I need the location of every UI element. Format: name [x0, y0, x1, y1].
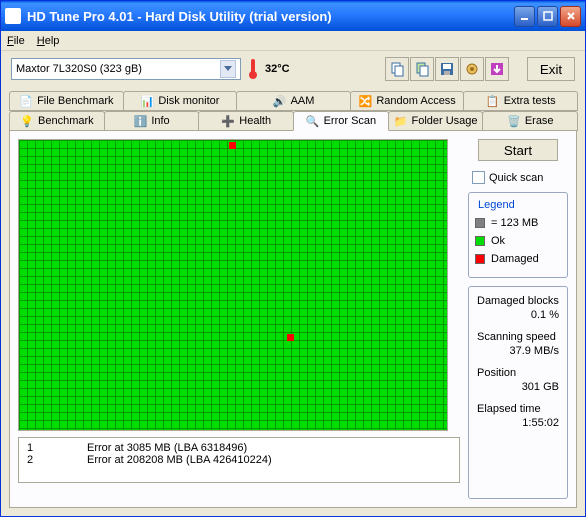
stats-box: Damaged blocks 0.1 % Scanning speed 37.9… — [468, 286, 568, 499]
tab-erase[interactable]: 🗑️Erase — [482, 111, 578, 131]
quickscan-checkbox[interactable] — [472, 171, 485, 184]
tab-error-scan[interactable]: 🔍Error Scan — [293, 111, 389, 131]
health-icon: ➕ — [221, 114, 235, 128]
window-controls — [514, 6, 581, 27]
copy-info-button[interactable] — [385, 57, 409, 81]
drive-value: Maxtor 7L320S0 (323 gB) — [16, 63, 142, 75]
tab-content: 1 Error at 3085 MB (LBA 6318496) 2 Error… — [9, 131, 577, 508]
minimize-tray-button[interactable] — [485, 57, 509, 81]
window-title: HD Tune Pro 4.01 - Hard Disk Utility (tr… — [27, 9, 514, 24]
legend-damaged: Damaged — [475, 253, 561, 265]
folder-icon: 📁 — [394, 114, 408, 128]
damaged-block — [287, 334, 294, 341]
legend-title: Legend — [475, 199, 518, 211]
ok-swatch — [475, 236, 485, 246]
tab-benchmark[interactable]: 💡Benchmark — [9, 111, 105, 131]
error-list: 1 Error at 3085 MB (LBA 6318496) 2 Error… — [18, 437, 460, 483]
elapsed-value: 1:55:02 — [477, 417, 559, 429]
block-swatch — [475, 218, 485, 228]
menu-help[interactable]: Help — [37, 35, 60, 47]
minimize-button[interactable] — [514, 6, 535, 27]
tab-file-benchmark[interactable]: 📄File Benchmark — [9, 91, 124, 111]
options-button[interactable] — [460, 57, 484, 81]
titlebar: HD Tune Pro 4.01 - Hard Disk Utility (tr… — [1, 1, 585, 31]
info-icon: ℹ️ — [133, 114, 147, 128]
thermometer-icon — [249, 59, 257, 79]
legend-block: = 123 MB — [475, 217, 561, 229]
trash-icon: 🗑️ — [507, 114, 521, 128]
error-row: 1 Error at 3085 MB (LBA 6318496) — [27, 442, 451, 454]
magnifier-icon: 🔍 — [306, 114, 320, 128]
legend-ok: Ok — [475, 235, 561, 247]
monitor-icon: 📊 — [140, 94, 154, 108]
drive-select[interactable]: Maxtor 7L320S0 (323 gB) — [11, 58, 241, 80]
tabs-row-1: 📄File Benchmark 📊Disk monitor 🔊AAM 🔀Rand… — [9, 91, 577, 111]
tab-aam[interactable]: 🔊AAM — [236, 91, 351, 111]
dropdown-arrow-icon — [220, 60, 236, 78]
toolbar-icons — [385, 57, 509, 81]
bulb-icon: 💡 — [20, 114, 34, 128]
damaged-block — [229, 142, 236, 149]
tab-area: 📄File Benchmark 📊Disk monitor 🔊AAM 🔀Rand… — [1, 87, 585, 516]
list-icon: 📋 — [486, 94, 500, 108]
save-button[interactable] — [435, 57, 459, 81]
maximize-button[interactable] — [537, 6, 558, 27]
app-window: HD Tune Pro 4.01 - Hard Disk Utility (tr… — [0, 0, 586, 517]
menu-file[interactable]: File — [7, 35, 25, 47]
tab-random-access[interactable]: 🔀Random Access — [350, 91, 465, 111]
start-button[interactable]: Start — [478, 139, 558, 161]
elapsed-label: Elapsed time — [477, 403, 559, 415]
tab-folder-usage[interactable]: 📁Folder Usage — [388, 111, 484, 131]
quickscan-label: Quick scan — [489, 172, 543, 184]
speed-label: Scanning speed — [477, 331, 559, 343]
exit-button[interactable]: Exit — [527, 57, 575, 81]
right-column: Start Quick scan Legend = 123 MB Ok — [468, 139, 568, 499]
position-value: 301 GB — [477, 381, 559, 393]
random-icon: 🔀 — [358, 94, 372, 108]
app-icon — [5, 8, 21, 24]
grid-lines — [19, 140, 447, 430]
tab-health[interactable]: ➕Health — [198, 111, 294, 131]
damaged-value: 0.1 % — [477, 309, 559, 321]
left-column: 1 Error at 3085 MB (LBA 6318496) 2 Error… — [18, 139, 460, 499]
menubar: File Help — [1, 31, 585, 51]
position-label: Position — [477, 367, 559, 379]
close-button[interactable] — [560, 6, 581, 27]
error-row: 2 Error at 208208 MB (LBA 426410224) — [27, 454, 451, 466]
legend-box: Legend = 123 MB Ok Damaged — [468, 192, 568, 278]
toolbar: Maxtor 7L320S0 (323 gB) 32°C Exit — [1, 51, 585, 87]
copy-screenshot-button[interactable] — [410, 57, 434, 81]
block-grid — [18, 139, 448, 431]
file-icon: 📄 — [19, 94, 33, 108]
speaker-icon: 🔊 — [273, 94, 287, 108]
damaged-swatch — [475, 254, 485, 264]
temperature: 32°C — [265, 63, 290, 75]
tabs-row-2: 💡Benchmark ℹ️Info ➕Health 🔍Error Scan 📁F… — [9, 111, 577, 131]
damaged-label: Damaged blocks — [477, 295, 559, 307]
tab-info[interactable]: ℹ️Info — [104, 111, 200, 131]
tab-extra-tests[interactable]: 📋Extra tests — [463, 91, 578, 111]
quickscan-row: Quick scan — [468, 171, 568, 184]
speed-value: 37.9 MB/s — [477, 345, 559, 357]
tab-disk-monitor[interactable]: 📊Disk monitor — [123, 91, 238, 111]
